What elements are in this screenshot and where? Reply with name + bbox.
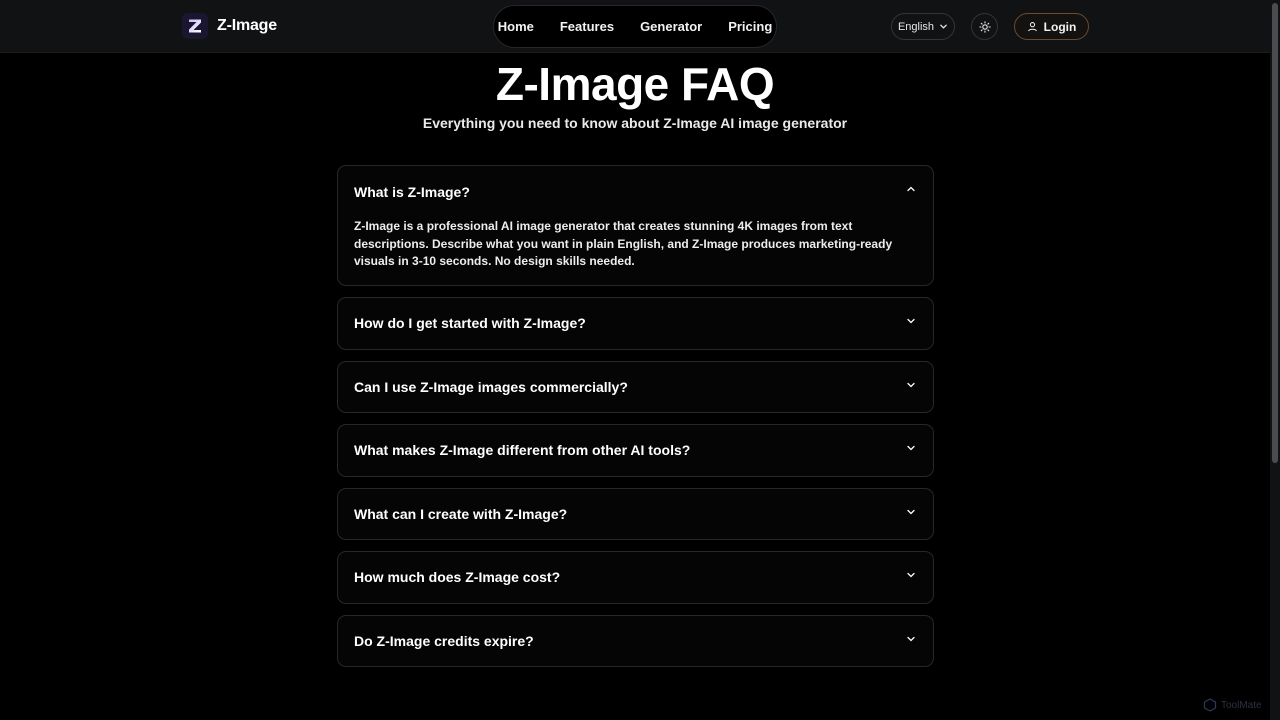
brand[interactable]: Z-Image xyxy=(182,13,277,39)
language-selector[interactable]: English xyxy=(891,13,955,40)
chevron-up-icon[interactable] xyxy=(905,183,917,195)
faq-item-differences[interactable]: What makes Z-Image different from other … xyxy=(337,424,934,477)
faq-question[interactable]: Do Z-Image credits expire? xyxy=(354,633,534,649)
theme-toggle-button[interactable] xyxy=(971,13,998,40)
faq-item-cost[interactable]: How much does Z-Image cost? xyxy=(337,551,934,604)
nav-pricing[interactable]: Pricing xyxy=(715,19,785,34)
watermark-text: ToolMate xyxy=(1221,699,1262,711)
chevron-down-icon xyxy=(940,24,947,29)
faq-item-commercial-use[interactable]: Can I use Z-Image images commercially? xyxy=(337,361,934,413)
login-button[interactable]: Login xyxy=(1014,13,1089,40)
page-subtitle: Everything you need to know about Z-Imag… xyxy=(422,115,848,131)
brand-name: Z-Image xyxy=(217,17,277,34)
nav-features[interactable]: Features xyxy=(547,19,627,34)
chevron-down-icon[interactable] xyxy=(905,379,917,391)
faq-question[interactable]: What can I create with Z-Image? xyxy=(354,506,567,522)
faq-item-get-started[interactable]: How do I get started with Z-Image? xyxy=(337,297,934,350)
toolmate-logo-icon xyxy=(1203,698,1217,712)
chevron-down-icon[interactable] xyxy=(905,442,917,454)
language-label: English xyxy=(897,20,935,33)
sun-icon xyxy=(978,20,991,33)
nav-generator[interactable]: Generator xyxy=(627,19,715,34)
login-label: Login xyxy=(1043,19,1077,34)
faq-question[interactable]: What is Z-Image? xyxy=(354,184,470,200)
faq-item-what-is[interactable]: What is Z-Image? Z-Image is a profession… xyxy=(337,165,934,286)
z-logo-icon xyxy=(182,13,208,39)
faq-question[interactable]: What makes Z-Image different from other … xyxy=(354,442,690,458)
chevron-down-icon[interactable] xyxy=(905,633,917,645)
faq-item-credits-expire[interactable]: Do Z-Image credits expire? xyxy=(337,615,934,667)
page: Z-Image Home Features Generator Pricing … xyxy=(0,0,1280,720)
faq-item-what-create[interactable]: What can I create with Z-Image? xyxy=(337,488,934,540)
watermark: ToolMate xyxy=(1203,698,1262,712)
top-navigation-bar: Z-Image Home Features Generator Pricing … xyxy=(0,0,1270,53)
scrollbar-thumb[interactable] xyxy=(1272,3,1278,463)
faq-question[interactable]: Can I use Z-Image images commercially? xyxy=(354,379,628,395)
faq-question[interactable]: How do I get started with Z-Image? xyxy=(354,315,586,331)
chevron-down-icon[interactable] xyxy=(905,506,917,518)
faq-answer: Z-Image is a professional AI image gener… xyxy=(354,219,893,268)
page-scrollbar[interactable] xyxy=(1270,0,1280,720)
chevron-down-icon[interactable] xyxy=(905,315,917,327)
page-title: Z-Image FAQ xyxy=(495,58,775,110)
main-nav: Home Features Generator Pricing xyxy=(493,5,777,48)
user-icon xyxy=(1027,22,1037,32)
nav-home[interactable]: Home xyxy=(485,19,547,34)
faq-question[interactable]: How much does Z-Image cost? xyxy=(354,569,560,585)
chevron-down-icon[interactable] xyxy=(905,569,917,581)
